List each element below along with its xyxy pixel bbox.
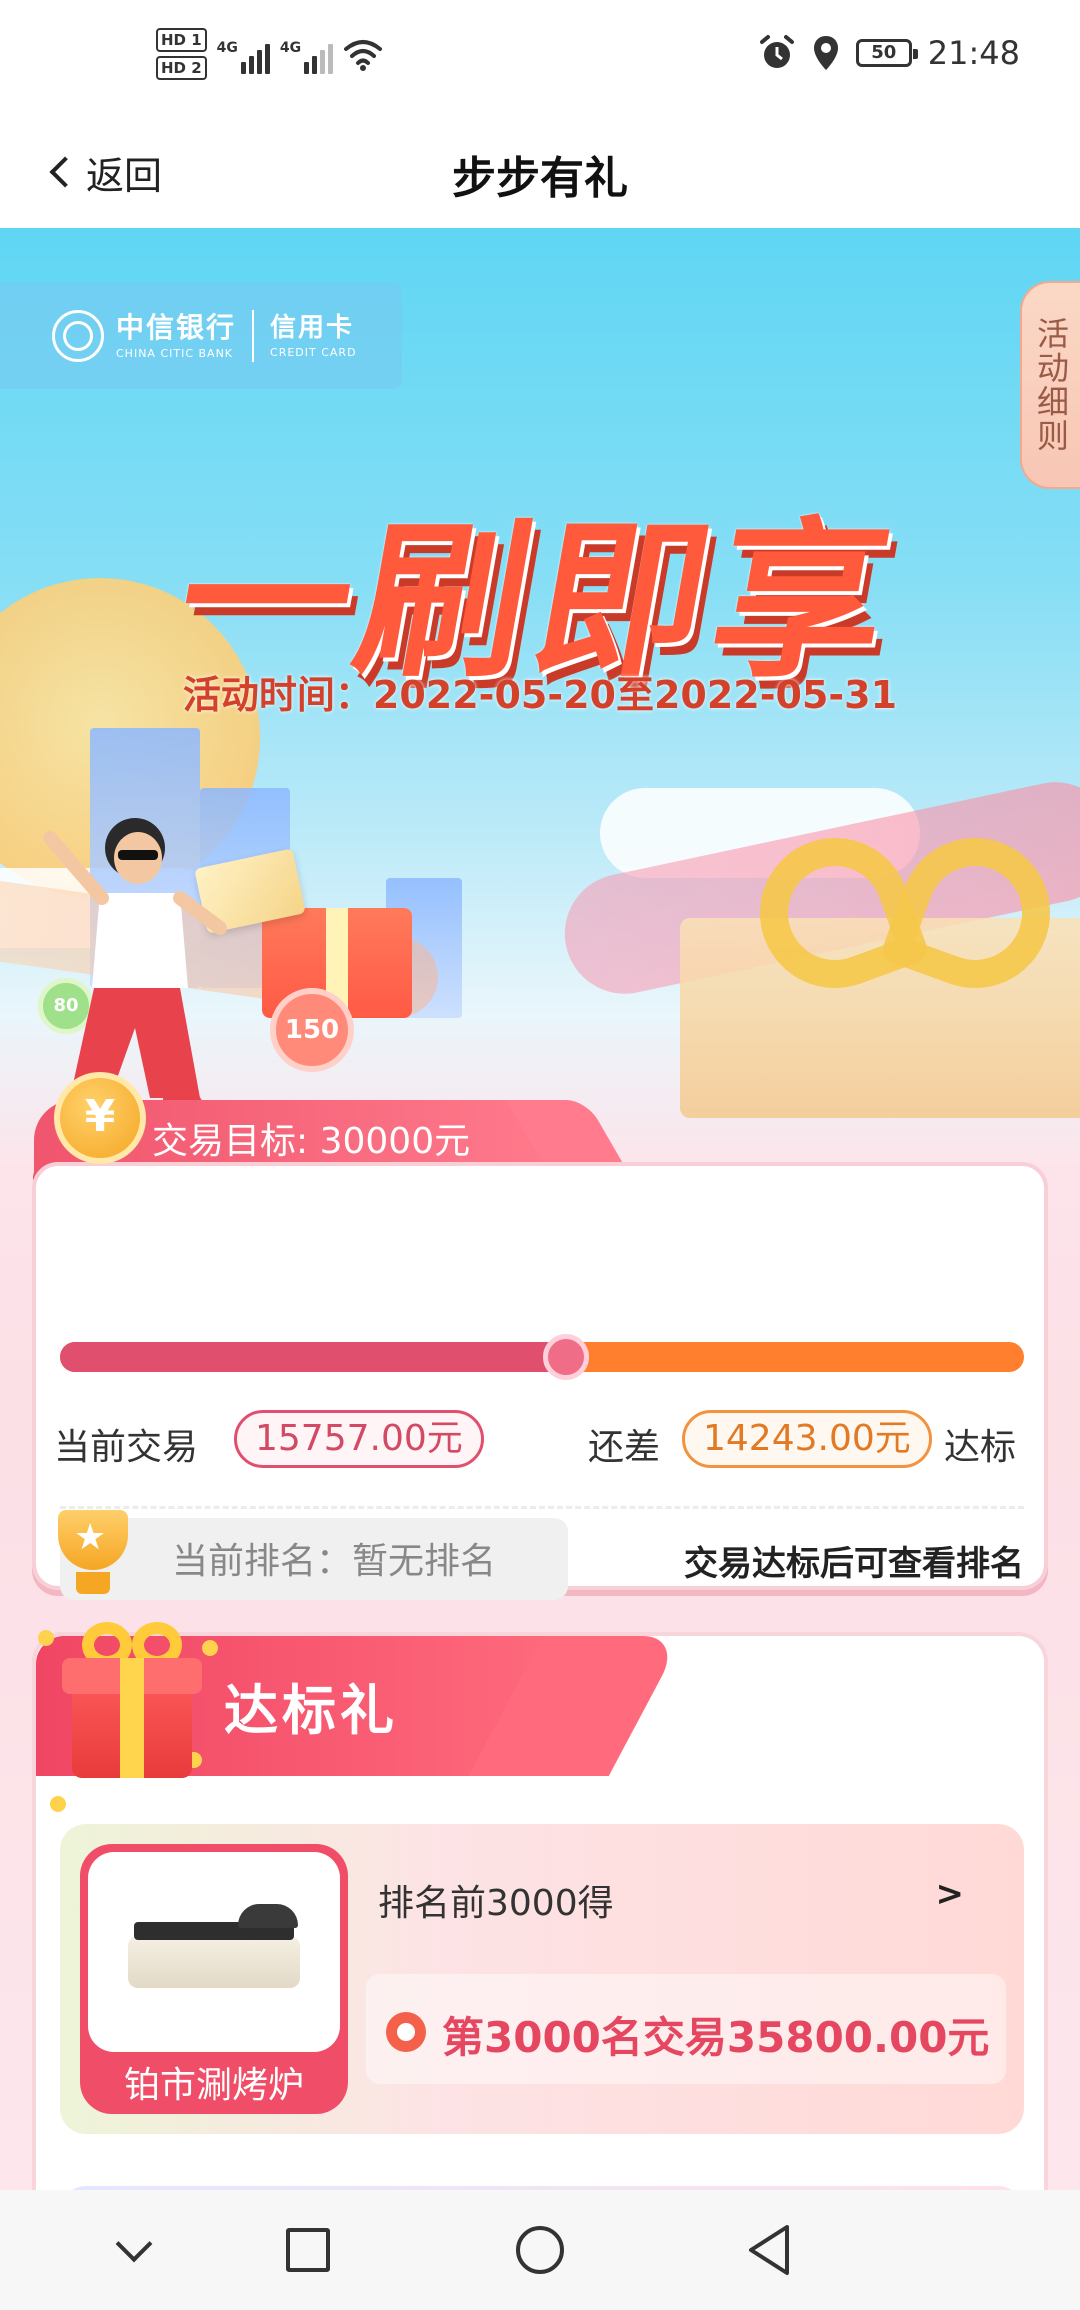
bank-name: 中信银行 CHINA CITIC BANK [116, 310, 237, 360]
network-indicators: HD 1 HD 2 4G 4G [156, 28, 383, 80]
card-name-en: CREDIT CARD [270, 345, 357, 359]
hd2-badge: HD 2 [156, 56, 207, 80]
sparkle-decoration [38, 1630, 54, 1646]
status-bar: HD 1 HD 2 4G 4G 50 21:48 [0, 0, 1080, 120]
current-value-pill: 15757.00元 [234, 1410, 484, 1468]
activity-rules-tab[interactable]: 活动细则 [1020, 281, 1080, 489]
wifi-icon [344, 40, 383, 71]
gift-icon [56, 1618, 208, 1778]
prize-name: 铂市涮烤炉 [123, 2065, 304, 2106]
progress-fill [60, 1342, 567, 1372]
home-button[interactable] [510, 2220, 570, 2280]
square-icon [286, 2228, 330, 2272]
network-type-2: 4G [279, 40, 302, 56]
target-label: 交易目标: 30000元 [152, 1121, 471, 1162]
rules-tab-label: 活动细则 [1032, 317, 1070, 453]
nav-bar: 返回 步步有礼 [0, 120, 1080, 228]
progress-knob [543, 1334, 590, 1380]
recents-button[interactable] [278, 2220, 338, 2280]
bank-emblem-icon [52, 310, 104, 362]
circle-icon [516, 2226, 564, 2274]
reward-title: 达标礼 [224, 1679, 398, 1742]
trophy-icon: ★ [52, 1510, 134, 1600]
card-name-cn: 信用卡 [270, 312, 355, 343]
sparkle-decoration [50, 1796, 66, 1812]
grill-photo [88, 1852, 340, 2052]
system-navigation-bar [0, 2190, 1080, 2310]
back-system-button[interactable] [740, 2220, 800, 2280]
rank-status: 当前排名：暂无排名 [172, 1541, 497, 1582]
flame-icon [386, 2012, 426, 2052]
grill-illustration [128, 1922, 300, 1988]
location-icon [813, 36, 838, 70]
coin-badge-150: 150 [270, 988, 354, 1072]
clock: 21:48 [927, 34, 1020, 72]
hd-badges: HD 1 HD 2 [156, 28, 207, 80]
battery-icon: 50 [855, 39, 918, 67]
signal-icon: 4G [217, 34, 270, 74]
prize-condition: 第3000名交易35800.00元 [366, 1974, 1006, 2084]
credit-card-label: 信用卡 CREDIT CARD [270, 315, 357, 358]
alarm-icon [759, 35, 794, 68]
progress-bar [60, 1334, 1024, 1380]
current-label: 当前交易 [54, 1427, 199, 1468]
hide-keyboard-button[interactable] [104, 2220, 164, 2280]
gap-suffix: 达标 [944, 1427, 1017, 1468]
logo-divider [252, 310, 255, 362]
yuan-coin-icon: ¥ [54, 1072, 146, 1164]
triangle-back-icon [749, 2225, 789, 2275]
gap-label: 还差 [588, 1427, 661, 1468]
prize-rule: 排名前3000得 [378, 1883, 614, 1924]
activity-page[interactable]: 150 80 中信银行 CHINA CITIC BANK 信用卡 CREDIT … [0, 228, 1080, 2190]
bank-name-cn: 中信银行 [116, 310, 237, 344]
prize-condition-text: 第3000名交易35800.00元 [442, 2013, 990, 2062]
prize-image: 铂市涮烤炉 [80, 1844, 348, 2114]
grill-lid [238, 1904, 298, 1928]
network-type-1: 4G [216, 40, 238, 56]
page-title: 步步有礼 [452, 153, 628, 204]
hd1-badge: HD 1 [156, 28, 207, 52]
gift-box-decoration [680, 816, 1080, 1118]
bank-name-en: CHINA CITIC BANK [116, 346, 234, 360]
target-card: 当前交易 15757.00元 还差 14243.00元 达标 ¥ 交易目标: 3… [32, 1072, 1048, 1600]
reward-card: 达标礼 铂市涮烤炉 排名前3000得 > 第3000名交易35800.00元 [32, 1622, 1048, 2190]
gap-value-pill: 14243.00元 [682, 1410, 932, 1468]
prize-arrow-icon[interactable]: > [936, 1874, 965, 1914]
system-indicators: 50 21:48 [758, 34, 1020, 72]
rank-hint: 交易达标后可查看排名 [684, 1544, 1024, 1584]
prize-item[interactable]: 铂市涮烤炉 排名前3000得 > 第3000名交易35800.00元 [60, 1824, 1024, 2134]
chevron-down-icon [115, 2225, 153, 2263]
divider [60, 1506, 1024, 1509]
bank-logo: 中信银行 CHINA CITIC BANK 信用卡 CREDIT CARD [0, 283, 402, 389]
activity-time: 活动时间：2022-05-20至2022-05-31 [182, 673, 898, 717]
signal-icon-2: 4G [279, 34, 334, 74]
